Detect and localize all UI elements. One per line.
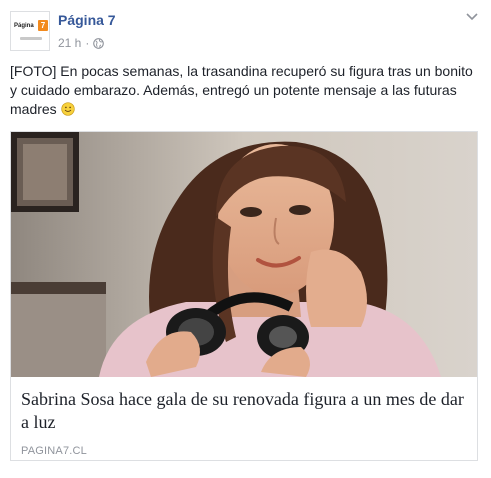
page-avatar[interactable]: Página 7 — [10, 11, 50, 51]
facebook-post: Página 7 Página 7 21 h · [FOTO] En pocas… — [0, 0, 491, 478]
avatar-logo-underline — [20, 37, 42, 40]
post-message-text: [FOTO] En pocas semanas, la trasandina r… — [10, 63, 473, 117]
woman-with-headphones-photo — [11, 132, 477, 377]
avatar-logo-badge: 7 — [38, 20, 48, 31]
meta-separator: · — [85, 36, 90, 50]
post-message: [FOTO] En pocas semanas, la trasandina r… — [10, 62, 480, 119]
avatar-logo-text: Página — [14, 23, 34, 29]
link-preview-card[interactable]: Sabrina Sosa hace gala de su renovada fi… — [10, 131, 478, 461]
smile-emoji-icon — [60, 102, 75, 116]
post-meta: 21 h · — [58, 36, 105, 50]
post-timestamp[interactable]: 21 h — [58, 36, 81, 50]
link-preview-title[interactable]: Sabrina Sosa hace gala de su renovada fi… — [21, 388, 467, 434]
link-preview-image[interactable] — [11, 132, 477, 377]
globe-icon[interactable] — [93, 37, 105, 49]
link-preview-domain: PAGINA7.CL — [21, 445, 87, 457]
chevron-down-icon[interactable] — [465, 12, 479, 22]
page-name-link[interactable]: Página 7 — [58, 12, 116, 28]
